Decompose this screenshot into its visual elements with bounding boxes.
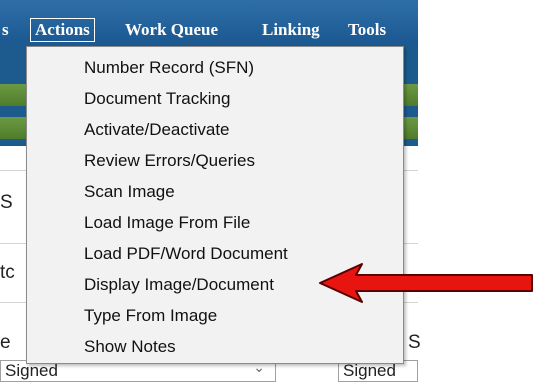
menu-item-activate-deactivate[interactable]: Activate/Deactivate: [27, 114, 403, 145]
menu-linking[interactable]: Linking: [262, 20, 320, 40]
background-partial-label: tc: [0, 262, 15, 283]
menu-item-review-errors[interactable]: Review Errors/Queries: [27, 145, 403, 176]
background-partial-label: S: [0, 192, 13, 213]
menu-bar: s Actions Work Queue Linking Tools: [0, 0, 418, 46]
menu-item-document-tracking[interactable]: Document Tracking: [27, 83, 403, 114]
background-partial-label: S: [408, 332, 421, 353]
menu-item-scan-image[interactable]: Scan Image: [27, 176, 403, 207]
actions-dropdown-menu: Number Record (SFN) Document Tracking Ac…: [26, 46, 404, 364]
red-arrow-icon: [319, 263, 533, 303]
menu-actions[interactable]: Actions: [30, 18, 95, 42]
menu-item-type-from-image[interactable]: Type From Image: [27, 300, 403, 331]
menu-tools[interactable]: Tools: [348, 20, 386, 40]
menu-work-queue[interactable]: Work Queue: [125, 20, 218, 40]
menu-item-show-notes[interactable]: Show Notes: [27, 331, 403, 362]
menu-item-number-record[interactable]: Number Record (SFN): [27, 52, 403, 83]
menu-partial-item[interactable]: s: [2, 20, 9, 40]
menu-item-load-image-from-file[interactable]: Load Image From File: [27, 207, 403, 238]
background-partial-label: e: [0, 332, 11, 353]
